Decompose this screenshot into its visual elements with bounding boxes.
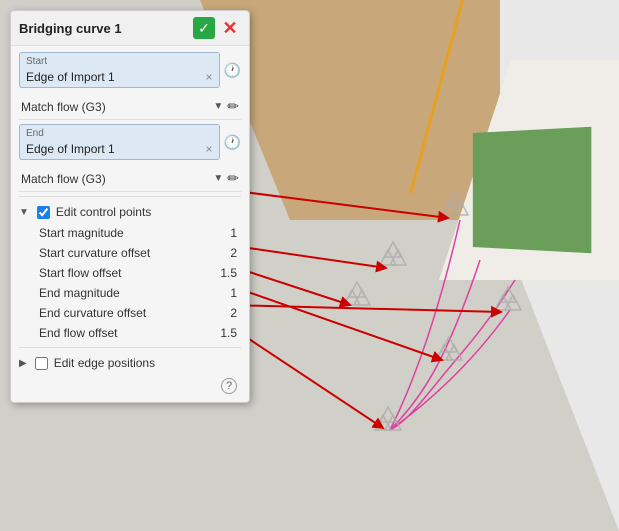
start-value: Edge of Import 1 <box>26 70 115 84</box>
bridging-curve-panel: Bridging curve 1 ✓ ✕ Start Edge of Impor… <box>10 10 250 403</box>
surface-green <box>473 127 591 254</box>
params-list: Start magnitude 1 Start curvature offset… <box>19 223 241 343</box>
header-buttons: ✓ ✕ <box>193 17 241 39</box>
start-clock-icon[interactable]: 🕐 <box>224 62 241 79</box>
param-row-2: Start flow offset 1.5 <box>19 263 241 283</box>
edit-control-points-label: Edit control points <box>56 205 151 219</box>
end-match-dropdown-icon[interactable]: ▼ <box>213 173 223 184</box>
param-label-1: Start curvature offset <box>39 246 150 260</box>
edit-edge-positions-row[interactable]: ▶ Edit edge positions <box>19 352 241 374</box>
param-value-4[interactable]: 2 <box>207 306 237 320</box>
panel-body: Start Edge of Import 1 × 🕐 Match flow (G… <box>11 46 249 402</box>
edit-control-points-row[interactable]: ▼ Edit control points <box>19 201 241 223</box>
end-label: End <box>26 128 44 139</box>
end-input[interactable]: End Edge of Import 1 × <box>19 124 220 160</box>
end-match-pen-icon[interactable]: ✏ <box>227 170 239 187</box>
param-value-1[interactable]: 2 <box>207 246 237 260</box>
param-row-0: Start magnitude 1 <box>19 223 241 243</box>
start-match-label: Match flow (G3) <box>21 100 106 114</box>
cancel-button[interactable]: ✕ <box>219 17 241 39</box>
edit-edge-positions-label: Edit edge positions <box>54 356 155 370</box>
panel-title: Bridging curve 1 <box>19 21 122 36</box>
param-value-3[interactable]: 1 <box>207 286 237 300</box>
start-close[interactable]: × <box>206 70 213 84</box>
param-row-4: End curvature offset 2 <box>19 303 241 323</box>
help-row: ? <box>19 374 241 396</box>
param-row-5: End flow offset 1.5 <box>19 323 241 343</box>
end-field-group: End Edge of Import 1 × 🕐 <box>19 124 241 160</box>
end-input-row: End Edge of Import 1 × 🕐 <box>19 124 241 160</box>
end-match-controls: ▼ ✏ <box>213 170 239 187</box>
end-clock-icon[interactable]: 🕐 <box>224 134 241 151</box>
divider-2 <box>19 347 241 348</box>
start-label: Start <box>26 56 47 67</box>
divider-1 <box>19 196 241 197</box>
start-match-controls: ▼ ✏ <box>213 98 239 115</box>
param-label-4: End curvature offset <box>39 306 146 320</box>
param-row-3: End magnitude 1 <box>19 283 241 303</box>
edit-control-points-checkbox[interactable] <box>37 206 50 219</box>
expand-edge-arrow-icon[interactable]: ▶ <box>19 358 27 369</box>
expand-arrow-icon[interactable]: ▼ <box>19 207 29 218</box>
end-match-label: Match flow (G3) <box>21 172 106 186</box>
end-value: Edge of Import 1 <box>26 142 115 156</box>
start-match-dropdown-icon[interactable]: ▼ <box>213 101 223 112</box>
end-close[interactable]: × <box>206 142 213 156</box>
start-input[interactable]: Start Edge of Import 1 × <box>19 52 220 88</box>
edit-edge-positions-checkbox[interactable] <box>35 357 48 370</box>
param-label-5: End flow offset <box>39 326 118 340</box>
start-match-pen-icon[interactable]: ✏ <box>227 98 239 115</box>
confirm-button[interactable]: ✓ <box>193 17 215 39</box>
param-value-0[interactable]: 1 <box>207 226 237 240</box>
param-label-3: End magnitude <box>39 286 120 300</box>
end-match-row: Match flow (G3) ▼ ✏ <box>19 166 241 192</box>
param-value-5[interactable]: 1.5 <box>207 326 237 340</box>
help-icon[interactable]: ? <box>221 378 237 394</box>
param-label-0: Start magnitude <box>39 226 124 240</box>
param-row-1: Start curvature offset 2 <box>19 243 241 263</box>
param-value-2[interactable]: 1.5 <box>207 266 237 280</box>
start-match-row: Match flow (G3) ▼ ✏ <box>19 94 241 120</box>
start-input-row: Start Edge of Import 1 × 🕐 <box>19 52 241 88</box>
start-field-group: Start Edge of Import 1 × 🕐 <box>19 52 241 88</box>
param-label-2: Start flow offset <box>39 266 121 280</box>
panel-header: Bridging curve 1 ✓ ✕ <box>11 11 249 46</box>
